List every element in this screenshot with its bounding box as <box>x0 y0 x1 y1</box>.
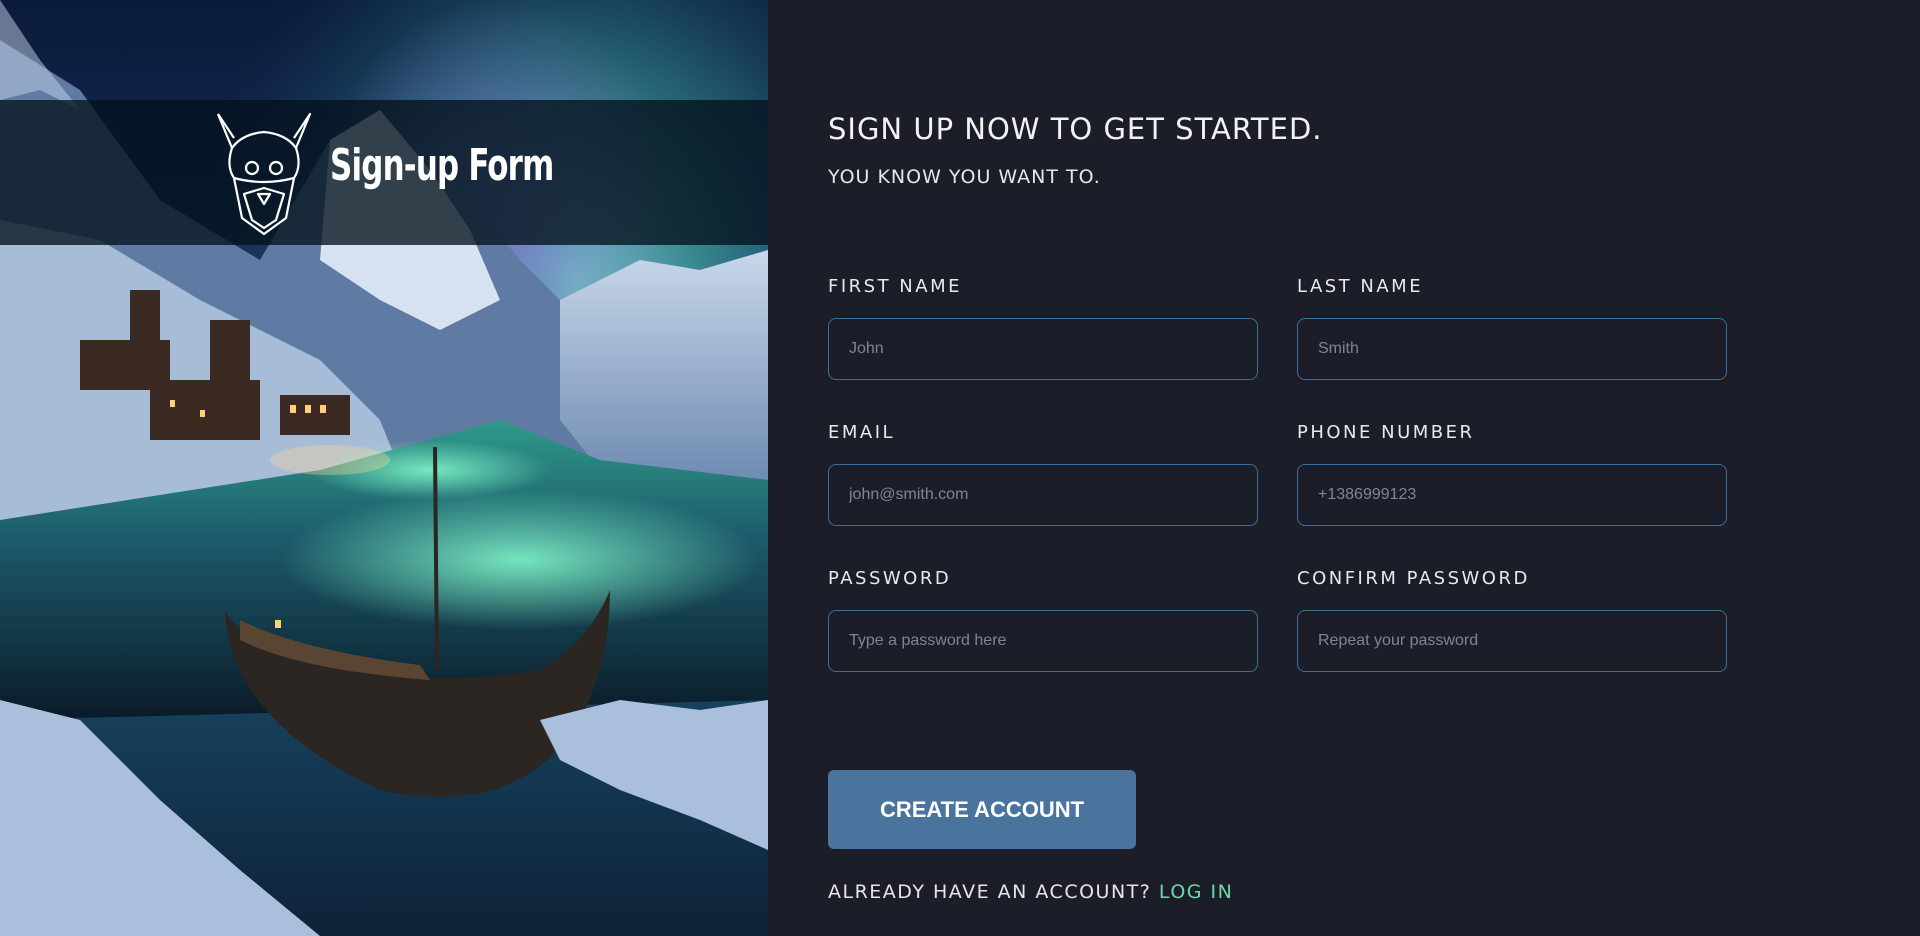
phone-number-field: PHONE NUMBER <box>1297 422 1727 526</box>
email-input[interactable] <box>828 464 1258 526</box>
confirm-password-field: CONFIRM PASSWORD <box>1297 568 1727 672</box>
phone-number-input[interactable] <box>1297 464 1727 526</box>
confirm-password-label: CONFIRM PASSWORD <box>1297 568 1530 589</box>
viking-helmet-icon <box>216 112 312 236</box>
first-name-field: FIRST NAME <box>828 276 1258 380</box>
signup-form: SIGN UP NOW TO GET STARTED. YOU KNOW YOU… <box>768 0 1920 936</box>
password-input[interactable] <box>828 610 1258 672</box>
create-account-button[interactable]: CREATE ACCOUNT <box>828 770 1136 849</box>
first-name-label: FIRST NAME <box>828 276 962 297</box>
login-link[interactable]: LOG IN <box>1159 881 1233 903</box>
password-field: PASSWORD <box>828 568 1258 672</box>
phone-number-label: PHONE NUMBER <box>1297 422 1475 443</box>
confirm-password-input[interactable] <box>1297 610 1727 672</box>
email-field: EMAIL <box>828 422 1258 526</box>
login-prompt-text: ALREADY HAVE AN ACCOUNT? <box>828 881 1152 903</box>
login-prompt-row: ALREADY HAVE AN ACCOUNT? LOG IN <box>828 881 1233 903</box>
email-label: EMAIL <box>828 422 896 443</box>
last-name-input[interactable] <box>1297 318 1727 380</box>
password-label: PASSWORD <box>828 568 952 589</box>
banner-title: Sign-up Form <box>330 140 554 191</box>
form-heading: SIGN UP NOW TO GET STARTED. <box>828 112 1323 146</box>
first-name-input[interactable] <box>828 318 1258 380</box>
hero-banner: Sign-up Form <box>0 100 768 245</box>
hero-panel: Sign-up Form <box>0 0 768 936</box>
last-name-field: LAST NAME <box>1297 276 1727 380</box>
last-name-label: LAST NAME <box>1297 276 1424 297</box>
form-subheading: YOU KNOW YOU WANT TO. <box>828 166 1101 188</box>
